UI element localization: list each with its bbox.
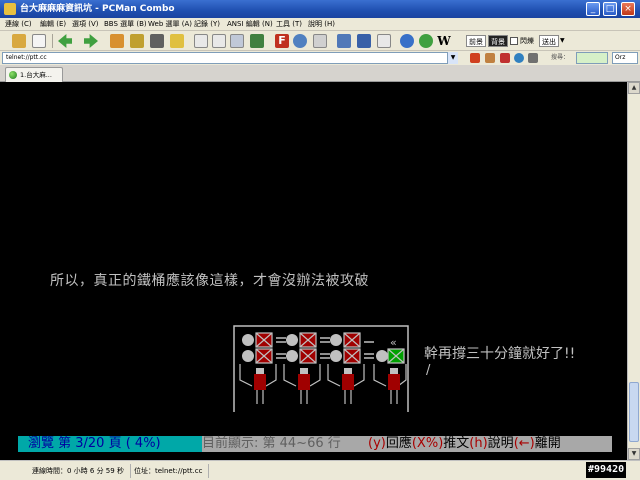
menu-tools[interactable]: 工具 (T) [276, 19, 302, 30]
save-icon[interactable] [250, 34, 264, 48]
status-address: 位址：telnet://ptt.cc [134, 464, 210, 478]
scroll-up-icon[interactable]: ▲ [628, 82, 640, 94]
font-icon[interactable]: F [275, 34, 289, 48]
scroll-down-icon[interactable]: ▼ [628, 448, 640, 460]
document-icon[interactable] [377, 34, 391, 48]
address-dropdown-icon[interactable]: ▼ [447, 52, 458, 64]
minimize-button[interactable]: _ [586, 2, 600, 16]
terminal-screen[interactable]: 所以，真正的鐵桶應該像這樣，才會沒辦法被攻破 « 幹再撐三十分鐘就好了!! / … [0, 82, 627, 460]
status-browse: 瀏覽 第 3/20 頁 ( 4%) [18, 436, 202, 452]
copy-icon[interactable] [194, 34, 208, 48]
connection-time: 連線時間：0 小時 6 分 59 秒 [32, 464, 131, 478]
key-left: (←) [513, 436, 535, 451]
settings-icon[interactable] [150, 34, 164, 48]
key-x: (X%) [411, 436, 444, 451]
address-bar: telnet://ptt.cc ▼ 搜尋： Orz [0, 51, 640, 65]
search-input[interactable] [576, 52, 608, 64]
menu-bar: 連線 (C) 編輯 (E) 選項 (V) BBS 選單 (B) Web 選單 (… [0, 18, 640, 31]
new-connection-icon[interactable] [32, 34, 46, 48]
flash-checkbox[interactable] [510, 37, 518, 45]
title-bar: 台大麻麻麻資訊坑 - PCMan Combo _ □ × [0, 0, 640, 18]
select-all-icon[interactable] [230, 34, 244, 48]
connection-status-icon [9, 71, 17, 79]
pcman-window: 台大麻麻麻資訊坑 - PCMan Combo _ □ × 連線 (C) 編輯 (… [0, 0, 640, 480]
foreground-color-button[interactable]: 前景 [466, 35, 486, 47]
close-button[interactable]: × [621, 2, 635, 16]
home-icon[interactable] [470, 53, 480, 63]
action-leave: 離開 [534, 436, 561, 451]
vertical-scrollbar[interactable]: ▲ ▼ [627, 82, 640, 460]
gear-icon[interactable] [293, 34, 307, 48]
menu-edit[interactable]: 編輯 (E) [40, 19, 66, 30]
status-help: (y)回應(X%)推文(h)說明(←)離開 [368, 436, 612, 452]
watermark: #99420 [586, 462, 627, 478]
screen-icon[interactable] [337, 34, 351, 48]
key-h: (h) [469, 436, 488, 451]
forward-arrow-icon[interactable] [84, 34, 98, 48]
ascii-guard-art: « [233, 325, 409, 412]
send-button[interactable]: 送出 [539, 35, 559, 47]
send-dropdown-icon[interactable]: ▼ [560, 37, 565, 44]
tab-strip: 1.台大麻... [0, 65, 640, 82]
flash-label: 閃爍 [520, 37, 534, 45]
paste-icon[interactable] [212, 34, 226, 48]
status-bar: 連線時間：0 小時 6 分 59 秒 位址：telnet://ptt.cc [0, 460, 640, 480]
disconnect-icon[interactable] [130, 34, 144, 48]
menu-ansi[interactable]: ANSI 編輯 (N) [227, 19, 273, 30]
menu-log[interactable]: 記錄 (Y) [194, 19, 220, 30]
search-engine-select[interactable]: Orz [612, 52, 638, 64]
bookmark-icon[interactable] [485, 53, 495, 63]
plugin-icon[interactable] [419, 34, 433, 48]
search-label: 搜尋： [551, 54, 570, 61]
back-arrow-icon[interactable] [58, 34, 72, 48]
tab-label: 1.台大麻... [20, 71, 52, 79]
tab-ptt[interactable]: 1.台大麻... [5, 67, 63, 82]
toolbar: F W 前景 背景 閃爍 送出 ▼ [0, 31, 640, 51]
wikipedia-icon[interactable]: W [437, 34, 451, 48]
address-book-icon[interactable] [12, 34, 26, 48]
favorite-icon[interactable] [170, 34, 184, 48]
menu-web[interactable]: Web 選單 (A) [148, 19, 192, 30]
monitor-icon[interactable] [357, 34, 371, 48]
speech-text: 幹再撐三十分鐘就好了!! [424, 346, 576, 362]
address-input[interactable]: telnet://ptt.cc [2, 52, 458, 64]
stop-icon[interactable] [500, 53, 510, 63]
key-y: (y) [368, 436, 386, 451]
print-icon[interactable] [528, 53, 538, 63]
menu-bbs[interactable]: BBS 選單 (B) [104, 19, 147, 30]
ansi-icon[interactable] [313, 34, 327, 48]
action-help: 說明 [487, 436, 514, 451]
status-showing: 目前顯示: 第 44~66 行 [202, 436, 368, 452]
menu-connect[interactable]: 連線 (C) [5, 19, 32, 30]
scroll-thumb[interactable] [629, 382, 639, 442]
app-icon [4, 3, 16, 15]
speech-slash: / [426, 363, 431, 378]
reconnect-icon[interactable] [110, 34, 124, 48]
action-reply: 回應 [385, 436, 412, 451]
action-push: 推文 [443, 436, 470, 451]
svg-text:«: « [390, 336, 397, 349]
search-icon[interactable] [400, 34, 414, 48]
toolbar-separator [52, 34, 53, 48]
menu-help[interactable]: 說明 (H) [308, 19, 335, 30]
refresh-icon[interactable] [514, 53, 524, 63]
maximize-button[interactable]: □ [603, 2, 617, 16]
background-color-button[interactable]: 背景 [488, 35, 508, 47]
article-line: 所以，真正的鐵桶應該像這樣，才會沒辦法被攻破 [50, 273, 369, 289]
window-title: 台大麻麻麻資訊坑 - PCMan Combo [20, 4, 175, 14]
menu-options[interactable]: 選項 (V) [72, 19, 98, 30]
